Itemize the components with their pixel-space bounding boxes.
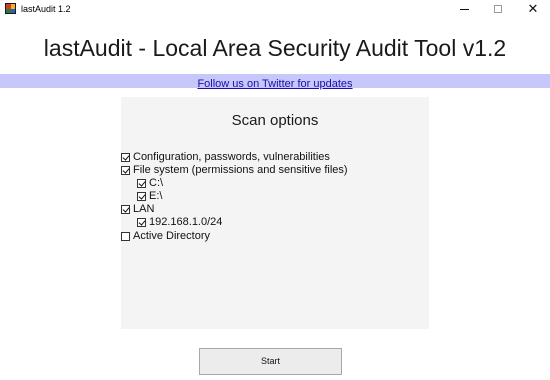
option-label: Active Directory [133,230,211,242]
checkbox-checked-icon[interactable] [137,179,146,188]
checkbox-checked-icon[interactable] [121,166,130,175]
checkbox-checked-icon[interactable] [137,192,146,201]
option-subnet[interactable]: 192.168.1.0/24 [137,216,222,229]
minimize-button[interactable] [447,0,481,18]
option-drive-e[interactable]: E:\ [137,190,162,203]
option-configuration[interactable]: Configuration, passwords, vulnerabilitie… [121,151,330,164]
option-label: E:\ [149,190,163,202]
window-title: lastAudit 1.2 [21,4,71,14]
close-button[interactable]: ✕ [516,0,550,18]
option-drive-c[interactable]: C:\ [137,177,163,190]
option-label: File system (permissions and sensitive f… [133,164,348,176]
option-label: Configuration, passwords, vulnerabilitie… [133,151,330,163]
checkbox-checked-icon[interactable] [121,205,130,214]
option-label: 192.168.1.0/24 [149,216,223,228]
twitter-link[interactable]: Follow us on Twitter for updates [197,78,352,90]
maximize-button[interactable] [481,0,515,18]
checkbox-checked-icon[interactable] [121,153,130,162]
scan-options-title: Scan options [231,112,319,129]
option-label: LAN [133,203,155,215]
option-file-system[interactable]: File system (permissions and sensitive f… [121,164,348,177]
title-bar: lastAudit 1.2 ✕ [0,0,550,18]
close-icon: ✕ [527,1,539,17]
option-active-directory[interactable]: Active Directory [121,230,210,243]
option-lan[interactable]: LAN [121,203,154,216]
checkbox-unchecked-icon[interactable] [121,232,130,241]
start-button[interactable]: Start [199,348,342,375]
app-logo-icon [5,3,16,14]
checkbox-checked-icon[interactable] [137,218,146,227]
maximize-icon [494,5,502,13]
scan-options-panel: Scan options Configuration, passwords, v… [121,97,429,329]
twitter-banner: Follow us on Twitter for updates [0,74,550,90]
option-label: C:\ [149,177,164,189]
page-title: lastAudit - Local Area Security Audit To… [43,35,507,61]
minimize-icon [459,8,469,10]
